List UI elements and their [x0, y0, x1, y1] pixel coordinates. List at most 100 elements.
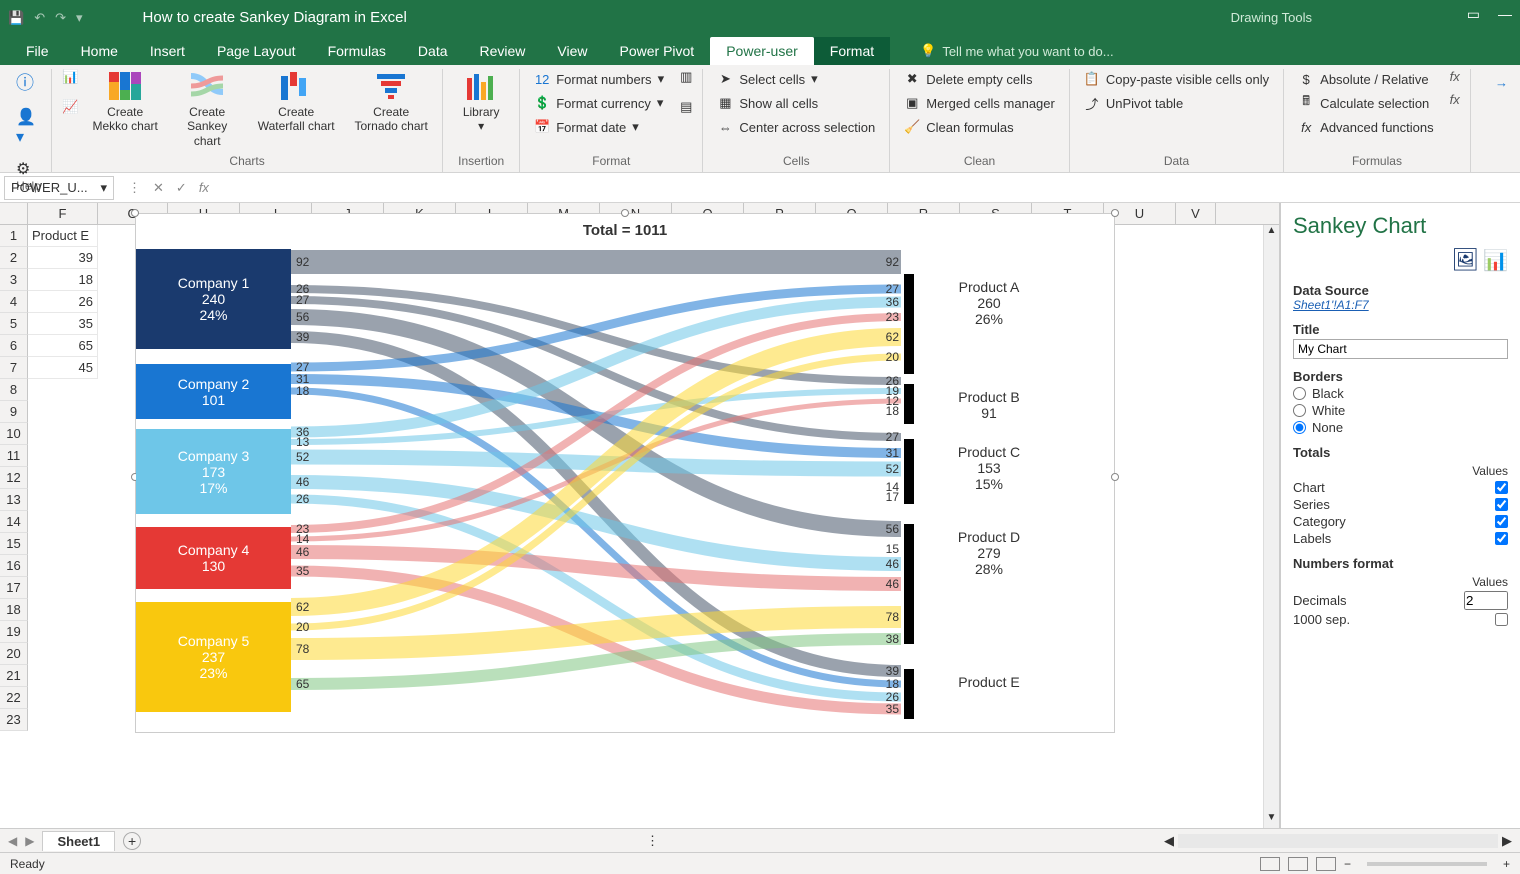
tell-me-search[interactable]: 💡 Tell me what you want to do...: [910, 37, 1123, 65]
save-icon[interactable]: 💾: [8, 10, 24, 26]
ribbon-overflow-icon[interactable]: →: [1489, 69, 1514, 172]
decimals-input[interactable]: [1464, 591, 1508, 610]
format-numbers-button[interactable]: 12Format numbers ▾: [530, 69, 668, 89]
sheet-nav-next-icon[interactable]: ▶: [25, 834, 34, 848]
cancel-formula-icon[interactable]: ✕: [153, 180, 164, 196]
minimize-icon[interactable]: —: [1498, 6, 1512, 23]
totals-series-checkbox[interactable]: [1495, 498, 1508, 511]
fx-small-icon[interactable]: fx: [1450, 69, 1460, 84]
zoom-in-icon[interactable]: +: [1503, 857, 1510, 871]
cell[interactable]: Product E: [28, 225, 98, 247]
row-header[interactable]: 14: [0, 511, 28, 533]
worksheet-grid[interactable]: FGHIJKLMNOPQRSTUV 1234567891011121314151…: [0, 203, 1280, 828]
row-header[interactable]: 7: [0, 357, 28, 379]
row-header[interactable]: 17: [0, 577, 28, 599]
calc-selection-button[interactable]: 🖩Calculate selection: [1294, 93, 1437, 113]
delete-empty-button[interactable]: ✖Delete empty cells: [900, 69, 1059, 89]
tab-view[interactable]: View: [541, 37, 603, 65]
column-header[interactable]: F: [28, 203, 98, 224]
row-header[interactable]: 3: [0, 269, 28, 291]
row-header[interactable]: 20: [0, 643, 28, 665]
tab-power-pivot[interactable]: Power Pivot: [604, 37, 711, 65]
column-header[interactable]: V: [1176, 203, 1216, 224]
chevron-down-icon[interactable]: ▾: [100, 180, 107, 196]
center-across-button[interactable]: ⇔Center across selection: [713, 117, 879, 137]
name-box[interactable]: POWER_U...▾: [4, 176, 114, 200]
help-icon[interactable]: ⓘ: [16, 69, 34, 95]
advanced-functions-button[interactable]: fxAdvanced functions: [1294, 117, 1437, 137]
qat-dropdown-icon[interactable]: ▾: [76, 10, 83, 26]
sankey-chart-object[interactable]: Total = 1011 Company 124024%9226275639Co…: [135, 213, 1115, 733]
data-source-link[interactable]: Sheet1'!A1:F7: [1293, 298, 1508, 312]
row-height-icon[interactable]: ▤: [680, 99, 692, 115]
scroll-up-icon[interactable]: ▲: [1264, 225, 1279, 241]
row-header[interactable]: 21: [0, 665, 28, 687]
ribbon-options-icon[interactable]: ▭: [1467, 6, 1480, 23]
row-header[interactable]: 13: [0, 489, 28, 511]
thousand-sep-checkbox[interactable]: [1495, 613, 1508, 626]
cell[interactable]: 35: [28, 313, 98, 335]
sheet-tab-sheet1[interactable]: Sheet1: [42, 831, 115, 851]
row-header[interactable]: 19: [0, 621, 28, 643]
create-mekko-button[interactable]: CreateMekko chart: [90, 69, 160, 134]
tab-home[interactable]: Home: [65, 37, 134, 65]
normal-view-icon[interactable]: [1260, 857, 1280, 871]
cell[interactable]: 18: [28, 269, 98, 291]
sankey-source-block[interactable]: Company 2101: [136, 364, 291, 419]
row-header[interactable]: 11: [0, 445, 28, 467]
row-header[interactable]: 23: [0, 709, 28, 731]
fx-small-icon-2[interactable]: fx: [1450, 92, 1460, 107]
horizontal-scrollbar[interactable]: [1178, 834, 1498, 848]
vertical-scrollbar[interactable]: ▲ ▼: [1263, 225, 1279, 828]
formula-input[interactable]: [219, 176, 1520, 200]
chart-insert-icon[interactable]: 📊: [62, 69, 78, 85]
absolute-relative-button[interactable]: $Absolute / Relative: [1294, 69, 1437, 89]
row-header[interactable]: 12: [0, 467, 28, 489]
row-header[interactable]: 15: [0, 533, 28, 555]
hscroll-right-icon[interactable]: ▶: [1502, 833, 1512, 849]
page-layout-view-icon[interactable]: [1288, 857, 1308, 871]
redo-icon[interactable]: ↷: [55, 10, 66, 26]
zoom-out-icon[interactable]: −: [1344, 857, 1351, 871]
row-header[interactable]: 10: [0, 423, 28, 445]
sankey-source-block[interactable]: Company 317317%: [136, 429, 291, 514]
border-white-radio[interactable]: White: [1293, 403, 1508, 418]
tab-review[interactable]: Review: [464, 37, 542, 65]
chart-icon[interactable]: 📊: [1483, 250, 1508, 272]
library-button[interactable]: Library▾: [453, 69, 509, 134]
col-width-icon[interactable]: ▥: [680, 69, 692, 85]
merged-manager-button[interactable]: ▣Merged cells manager: [900, 93, 1059, 113]
tab-formulas[interactable]: Formulas: [312, 37, 402, 65]
sankey-source-block[interactable]: Company 124024%: [136, 249, 291, 349]
tab-power-user[interactable]: Power-user: [710, 37, 814, 65]
row-header[interactable]: 8: [0, 379, 28, 401]
row-header[interactable]: 6: [0, 335, 28, 357]
border-none-radio[interactable]: None: [1293, 420, 1508, 435]
zoom-slider[interactable]: [1367, 862, 1487, 866]
sankey-source-block[interactable]: Company 4130: [136, 527, 291, 589]
unpivot-button[interactable]: ⤴UnPivot table: [1080, 93, 1273, 113]
row-header[interactable]: 5: [0, 313, 28, 335]
hscroll-left-icon[interactable]: ◀: [1164, 833, 1174, 849]
add-sheet-button[interactable]: +: [123, 832, 141, 850]
page-break-view-icon[interactable]: [1316, 857, 1336, 871]
cell[interactable]: 45: [28, 357, 98, 379]
row-header[interactable]: 22: [0, 687, 28, 709]
accept-formula-icon[interactable]: ✓: [176, 180, 187, 196]
cell[interactable]: 39: [28, 247, 98, 269]
row-header[interactable]: 9: [0, 401, 28, 423]
copy-visible-button[interactable]: 📋Copy-paste visible cells only: [1080, 69, 1273, 89]
row-header[interactable]: 2: [0, 247, 28, 269]
totals-labels-checkbox[interactable]: [1495, 532, 1508, 545]
scroll-down-icon[interactable]: ▼: [1264, 812, 1279, 828]
cell[interactable]: 65: [28, 335, 98, 357]
show-all-cells-button[interactable]: ▦Show all cells: [713, 93, 879, 113]
tab-insert[interactable]: Insert: [134, 37, 201, 65]
format-currency-button[interactable]: 💲Format currency ▾: [530, 93, 668, 113]
row-header[interactable]: 4: [0, 291, 28, 313]
tab-data[interactable]: Data: [402, 37, 464, 65]
chart-title-input[interactable]: [1293, 339, 1508, 359]
tab-file[interactable]: File: [10, 37, 65, 65]
sheet-nav-prev-icon[interactable]: ◀: [8, 834, 17, 848]
cell[interactable]: 26: [28, 291, 98, 313]
